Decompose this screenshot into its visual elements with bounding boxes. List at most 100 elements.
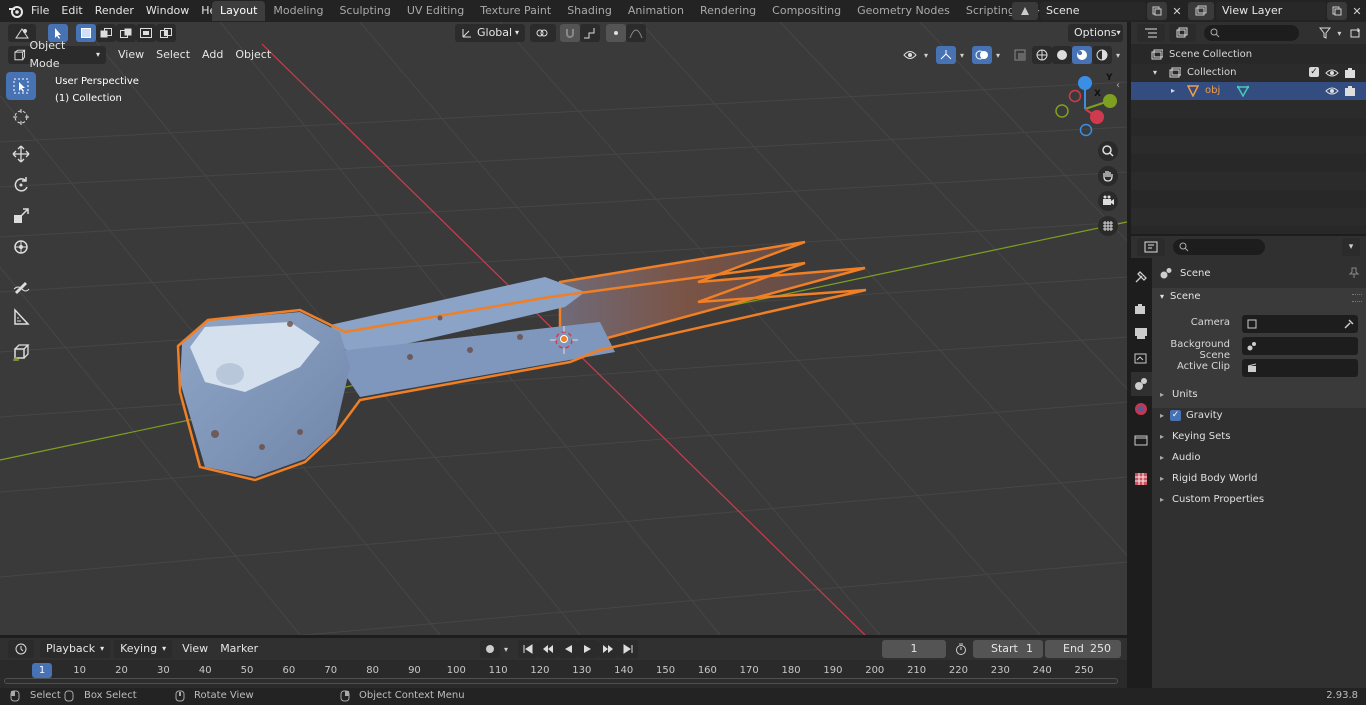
shading-solid-icon[interactable]	[1052, 46, 1072, 64]
overlays-toggle-icon[interactable]	[972, 46, 992, 64]
options-dropdown[interactable]: Options ▾	[1068, 24, 1123, 42]
gizmo-toggle-icon[interactable]	[936, 46, 956, 64]
active-clip-field[interactable]	[1242, 359, 1358, 377]
menu-window[interactable]: Window	[140, 0, 195, 22]
view-layer-field[interactable]: View Layer	[1216, 2, 1326, 20]
frame-ruler[interactable]	[0, 660, 1127, 688]
world-tab-icon[interactable]	[1134, 402, 1148, 419]
play-reverse-icon[interactable]	[558, 640, 578, 658]
new-collection-icon[interactable]	[1346, 24, 1366, 42]
proportional-falloff-icon[interactable]	[626, 24, 646, 42]
playback-dropdown[interactable]: Playback ▾	[40, 640, 111, 658]
timeline-menu-marker[interactable]: Marker	[214, 640, 264, 658]
shading-rendered-icon[interactable]	[1092, 46, 1112, 64]
next-keyframe-icon[interactable]	[598, 640, 618, 658]
keying-sets-panel[interactable]: ▸ Keying Sets	[1152, 426, 1366, 447]
transform-tool[interactable]	[6, 233, 36, 261]
texture-tab-icon[interactable]	[1134, 472, 1148, 489]
snap-target-dropdown[interactable]	[580, 24, 600, 42]
3d-viewport[interactable]: Z Y X User Perspective (1) Collection ‹	[0, 22, 1127, 635]
tab-animation[interactable]: Animation	[620, 1, 692, 21]
tab-compositing[interactable]: Compositing	[764, 1, 849, 21]
outliner-row-obj[interactable]: ▸ obj	[1131, 82, 1366, 100]
xray-toggle-icon[interactable]	[1010, 46, 1030, 64]
select-extend-icon[interactable]	[96, 24, 116, 42]
measure-tool[interactable]	[6, 303, 36, 331]
eye-icon[interactable]	[1325, 86, 1339, 96]
shading-material-icon[interactable]	[1072, 46, 1092, 64]
viewport-menu-object[interactable]: Object	[229, 46, 277, 64]
select-subtract-icon[interactable]	[116, 24, 136, 42]
end-frame-field[interactable]: End 250	[1045, 640, 1121, 658]
collection-tab-icon[interactable]	[1134, 433, 1148, 450]
display-mode-icon[interactable]	[1168, 24, 1197, 42]
tool-tab-icon[interactable]	[1134, 270, 1148, 287]
sidebar-toggle-icon[interactable]: ‹	[1116, 80, 1120, 91]
select-invert-icon[interactable]	[136, 24, 156, 42]
drag-handle-icon[interactable]	[1352, 294, 1362, 302]
view-layer-tab-icon[interactable]	[1134, 351, 1148, 368]
play-icon[interactable]	[578, 640, 598, 658]
outliner-row-scene-collection[interactable]: Scene Collection	[1131, 46, 1366, 64]
current-frame-field[interactable]: 1	[882, 640, 946, 658]
tab-shading[interactable]: Shading	[559, 1, 620, 21]
chevron-down-icon[interactable]: ▾	[1342, 238, 1360, 256]
timeline-editor-type-icon[interactable]	[8, 640, 34, 658]
tab-texture-paint[interactable]: Texture Paint	[472, 1, 559, 21]
tab-sculpting[interactable]: Sculpting	[331, 1, 398, 21]
custom-properties-panel[interactable]: ▸ Custom Properties	[1152, 489, 1366, 510]
background-scene-field[interactable]	[1242, 337, 1358, 355]
jump-start-icon[interactable]	[518, 640, 538, 658]
properties-editor-type-icon[interactable]	[1137, 238, 1165, 256]
cursor-tool[interactable]	[6, 103, 36, 131]
chevron-down-icon[interactable]: ▾	[1334, 24, 1344, 42]
ortho-grid-icon[interactable]	[1098, 216, 1118, 239]
camera-render-icon[interactable]	[1344, 67, 1356, 79]
viewport-menu-view[interactable]: View	[112, 46, 150, 64]
scale-tool[interactable]	[6, 202, 36, 230]
outliner-editor-type-icon[interactable]	[1137, 24, 1165, 42]
camera-field[interactable]	[1242, 315, 1358, 333]
render-tab-icon[interactable]	[1134, 302, 1148, 319]
record-icon[interactable]	[480, 640, 500, 658]
mode-dropdown[interactable]: Object Mode ▾	[8, 39, 106, 70]
keying-dropdown[interactable]: Keying ▾	[114, 640, 173, 658]
stopwatch-icon[interactable]	[951, 640, 971, 658]
zoom-icon[interactable]	[1098, 141, 1118, 164]
pivot-point-dropdown[interactable]	[530, 24, 556, 42]
delete-scene-icon[interactable]: ✕	[1167, 2, 1187, 20]
add-cube-tool[interactable]	[6, 338, 36, 366]
audio-panel[interactable]: ▸ Audio	[1152, 447, 1366, 468]
rotate-tool[interactable]	[6, 171, 36, 199]
annotate-tool[interactable]	[6, 272, 36, 300]
viewport-menu-select[interactable]: Select	[150, 46, 196, 64]
gravity-checkbox[interactable]: ✓	[1170, 410, 1182, 421]
timeline-scrollbar[interactable]	[4, 678, 1118, 684]
chevron-down-icon[interactable]: ▾	[1112, 46, 1124, 64]
eye-icon[interactable]	[1325, 68, 1339, 78]
menu-render[interactable]: Render	[89, 0, 140, 22]
snap-toggle-icon[interactable]	[560, 24, 580, 42]
select-intersect-icon[interactable]	[156, 24, 176, 42]
blender-logo-icon[interactable]	[8, 3, 24, 22]
output-tab-icon[interactable]	[1134, 326, 1148, 343]
tab-layout[interactable]: Layout	[212, 1, 266, 21]
select-box-tool[interactable]	[6, 72, 36, 100]
pan-hand-icon[interactable]	[1098, 166, 1118, 189]
tab-rendering[interactable]: Rendering	[692, 1, 764, 21]
playhead[interactable]	[32, 663, 52, 678]
properties-search-input[interactable]	[1173, 239, 1265, 255]
filter-icon[interactable]	[1315, 24, 1335, 42]
prev-keyframe-icon[interactable]	[538, 640, 558, 658]
menu-edit[interactable]: Edit	[55, 0, 88, 22]
gravity-panel[interactable]: ▸ ✓ Gravity	[1152, 405, 1366, 426]
visibility-selectability-icon[interactable]	[900, 46, 920, 64]
chevron-down-icon[interactable]: ▾	[920, 46, 932, 64]
transform-orientation-dropdown[interactable]: Global ▾	[455, 24, 525, 42]
menu-file[interactable]: File	[25, 0, 55, 22]
shading-wireframe-icon[interactable]	[1032, 46, 1052, 64]
scene-panel-header[interactable]: ▾ Scene	[1160, 291, 1201, 302]
pin-icon[interactable]	[1348, 267, 1360, 279]
rigid-body-world-panel[interactable]: ▸ Rigid Body World	[1152, 468, 1366, 489]
camera-view-icon[interactable]	[1098, 191, 1118, 214]
